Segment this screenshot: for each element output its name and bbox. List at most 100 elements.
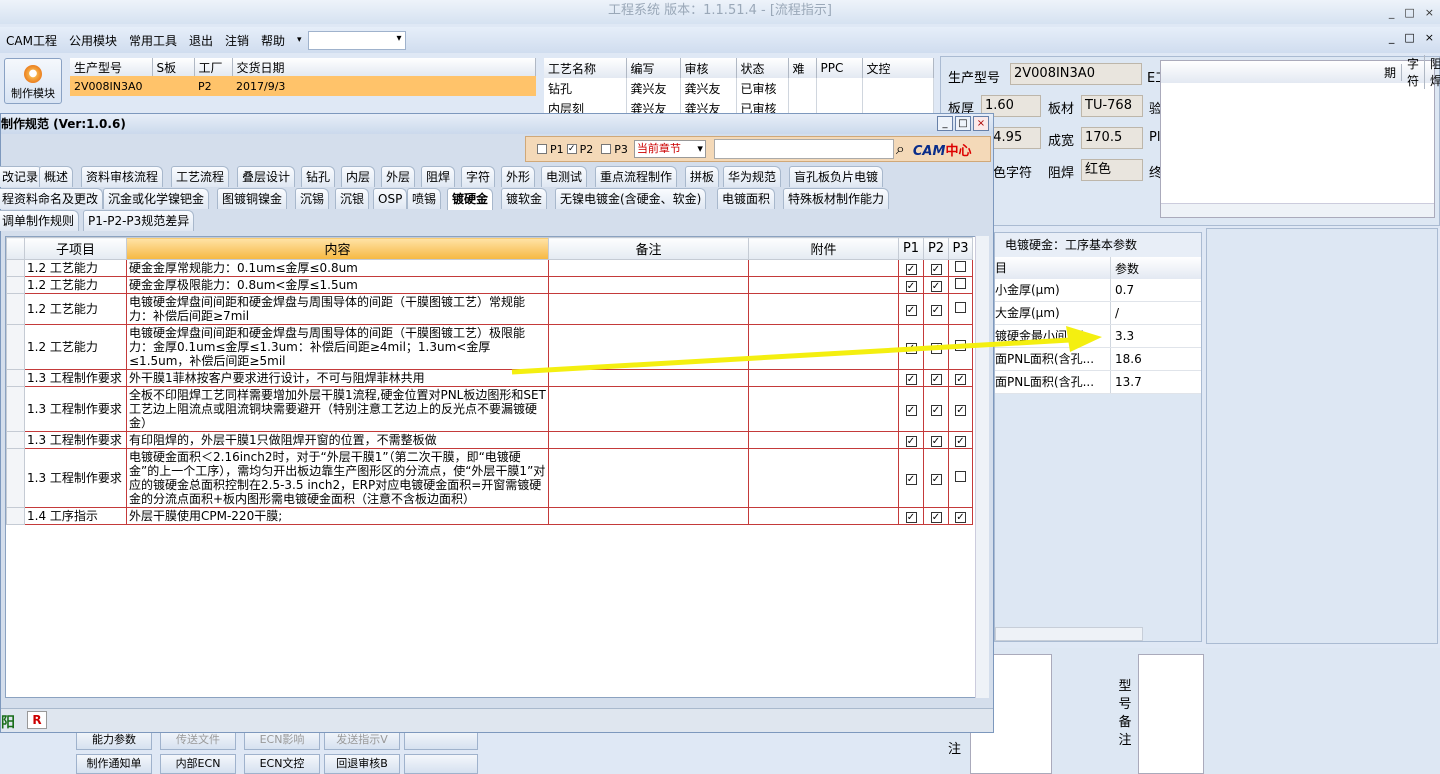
blank-button[interactable] (404, 730, 478, 750)
tab[interactable]: 无镍电镀金(含硬金、软金) (555, 188, 707, 209)
row-header[interactable] (6, 431, 25, 449)
col-ppc[interactable]: PPC (816, 58, 863, 78)
attachment-cell[interactable] (748, 431, 899, 449)
notice-button[interactable]: 制作通知单 (76, 754, 152, 774)
row-header[interactable] (6, 293, 25, 325)
p1-checkbox[interactable]: ✓ (905, 405, 917, 416)
row-header[interactable] (6, 448, 25, 508)
table-row[interactable]: 镀硬金最小间距(... 3.3 (995, 325, 1201, 348)
row-header[interactable] (6, 369, 25, 387)
tab[interactable]: OSP (373, 188, 408, 209)
vertical-scrollbar[interactable] (975, 236, 989, 698)
col-mask[interactable]: 阻焊 (1425, 55, 1440, 89)
table-row[interactable]: 1.3 工程制作要求 有印阻焊的，外层干膜1只做阻焊开窗的位置，不需整板做 ✓ ✓ ✓ (6, 431, 973, 449)
p1-checkbox[interactable]: ✓ (905, 343, 917, 354)
p3-checkbox[interactable] (955, 302, 966, 313)
dialog-maximize-icon[interactable]: □ (955, 116, 971, 131)
p1-checkbox[interactable]: ✓ (905, 474, 917, 485)
tab[interactable]: 调单制作规则 (0, 210, 80, 231)
col-date[interactable]: 交货日期 (232, 58, 536, 76)
row-header[interactable] (6, 507, 25, 525)
tab[interactable]: 喷锡 (407, 188, 442, 209)
attachment-cell[interactable] (748, 276, 899, 294)
tab[interactable]: 内层 (341, 166, 376, 187)
row-header[interactable] (6, 324, 25, 370)
attachment-cell[interactable] (748, 507, 899, 525)
close-icon[interactable]: × (1425, 2, 1434, 24)
table-row[interactable]: 1.4 工序指示 外层干膜使用CPM-220干膜; ✓ ✓ ✓ (6, 507, 973, 525)
attachment-cell[interactable] (748, 324, 899, 370)
mdi-restore-icon[interactable]: □ (1404, 31, 1414, 44)
tab[interactable]: 外形 (501, 166, 536, 187)
tab[interactable]: 字符 (461, 166, 496, 187)
col-process[interactable]: 工艺名称 (544, 58, 627, 78)
tab[interactable]: 沉金或化学镍钯金 (103, 188, 210, 209)
p1-checkbox[interactable]: ✓ (905, 436, 917, 447)
col-model[interactable]: 生产型号 (70, 58, 153, 76)
attachment-cell[interactable] (748, 386, 899, 432)
p2-checkbox[interactable]: ✓ (930, 374, 942, 385)
tab[interactable]: 电测试 (541, 166, 588, 187)
tab[interactable]: 程资料命名及更改 (0, 188, 104, 209)
model-field[interactable]: 2V008IN3A0 (1010, 63, 1142, 85)
remark-cell[interactable] (548, 507, 749, 525)
menu-exit[interactable]: 退出 (189, 32, 213, 49)
table-row[interactable]: 小金厚(μm) 0.7 (995, 279, 1201, 302)
attachment-cell[interactable] (748, 293, 899, 325)
tab[interactable]: 沉锡 (295, 188, 330, 209)
table-row[interactable]: 面PNL面积(含孔... 13.7 (995, 371, 1201, 394)
attachment-cell[interactable] (748, 259, 899, 277)
table-row[interactable]: 1.2 工艺能力 电镀硬金焊盘间间距和硬金焊盘与周围导体的间距（干膜图镀工艺）常规… (6, 293, 973, 325)
p3-checkbox[interactable] (601, 144, 612, 154)
p2-checkbox[interactable]: ✓ (566, 144, 577, 154)
p1-checkbox[interactable]: ✓ (905, 281, 917, 292)
table-row[interactable]: 1.3 工程制作要求 外干膜1菲林按客户要求进行设计，不可与阻焊菲林共用 ✓ ✓ ✓ (6, 369, 973, 387)
table-row[interactable]: 面PNL面积(含孔... 18.6 (995, 348, 1201, 371)
col-item[interactable]: 目 (995, 257, 1111, 279)
internal-ecn-button[interactable]: 内部ECN (160, 754, 236, 774)
table-row[interactable]: 1.3 工程制作要求 全板不印阻焊工艺同样需要增加外层干膜1流程,硬金位置对PNL… (6, 386, 973, 432)
dialog-minimize-icon[interactable]: _ (937, 116, 953, 131)
tab[interactable]: 阻焊 (421, 166, 456, 187)
horizontal-scrollbar[interactable] (1161, 203, 1434, 217)
menu-dropdown-icon[interactable]: ▾ (297, 35, 302, 45)
table-row[interactable]: 1.3 工程制作要求 电镀硬金面积＜2.16inch2时，对于“外层干膜1”（第二… (6, 448, 973, 508)
width-field[interactable]: 170.5 (1081, 127, 1143, 149)
col-param[interactable]: 参数 (1111, 260, 1201, 277)
send-instruction-button[interactable]: 发送指示V (324, 730, 400, 750)
mdi-minimize-icon[interactable]: _ (1389, 31, 1395, 44)
menu-help[interactable]: 帮助 (261, 32, 285, 49)
p3-checkbox[interactable] (955, 340, 966, 351)
p2-checkbox[interactable]: ✓ (930, 264, 942, 275)
col-difficulty[interactable]: 难 (788, 58, 817, 78)
col-remark[interactable]: 备注 (548, 237, 749, 260)
table-row[interactable]: 钻孔 龚兴友 龚兴友 已审核 (544, 78, 934, 98)
remark-cell[interactable] (548, 293, 749, 325)
remark-cell[interactable] (548, 259, 749, 277)
col-subitem[interactable]: 子项目 (24, 237, 127, 260)
remark-cell[interactable] (548, 431, 749, 449)
tab[interactable]: 华为规范 (723, 166, 782, 187)
blank-button-2[interactable] (404, 754, 478, 774)
remark-cell[interactable] (548, 324, 749, 370)
remark-cell[interactable] (548, 448, 749, 508)
tab[interactable]: 特殊板材制作能力 (783, 188, 890, 209)
col-content[interactable]: 内容 (126, 237, 549, 260)
tab[interactable]: 工艺流程 (171, 166, 230, 187)
tab[interactable]: 沉银 (335, 188, 370, 209)
row-header[interactable] (6, 276, 25, 294)
chapter-select[interactable]: 当前章节 (633, 140, 706, 158)
p1-checkbox[interactable]: ✓ (905, 264, 917, 275)
tab-hard-gold[interactable]: 镀硬金 (447, 188, 494, 210)
col-reviewer[interactable]: 审核 (680, 58, 737, 78)
model-remarks-area[interactable] (1138, 654, 1204, 774)
tab[interactable]: 镀软金 (501, 188, 548, 209)
capability-button[interactable]: 能力参数 (76, 730, 152, 750)
col-doc[interactable]: 文控 (862, 58, 934, 78)
tab[interactable]: 改记录 (0, 166, 44, 187)
col-p2[interactable]: P2 (923, 237, 949, 260)
row-header[interactable] (6, 259, 25, 277)
p2-checkbox[interactable]: ✓ (930, 281, 942, 292)
col-attachment[interactable]: 附件 (748, 237, 899, 260)
minimize-icon[interactable]: _ (1389, 2, 1395, 24)
